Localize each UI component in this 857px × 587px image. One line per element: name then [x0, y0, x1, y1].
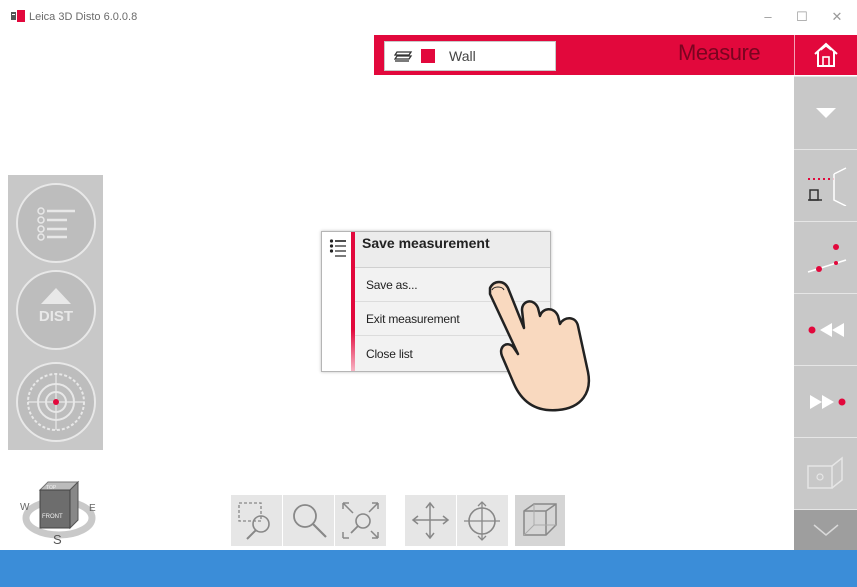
height-tool-button[interactable]: [794, 149, 857, 221]
rewind-icon: [808, 323, 844, 337]
layers-icon: [394, 51, 413, 62]
orbit-button[interactable]: [457, 495, 508, 546]
list-icon: [37, 207, 75, 241]
compass-east: E: [89, 503, 96, 514]
compass-south: S: [53, 532, 62, 547]
cube-icon: [523, 503, 557, 536]
layer-color-swatch: [421, 49, 435, 63]
screen-target-button[interactable]: [794, 437, 857, 509]
dist-button[interactable]: DIST: [16, 270, 96, 350]
layer-name: Wall: [449, 48, 476, 64]
pointing-hand-icon: [488, 280, 591, 412]
popup-title: Save measurement: [362, 235, 490, 251]
status-bar: [0, 550, 857, 587]
orbit-icon: [464, 501, 500, 541]
line-points-icon: [807, 244, 847, 273]
home-icon: [814, 42, 838, 67]
zoom-window-button[interactable]: [231, 495, 282, 546]
chevron-down-icon: [816, 108, 836, 118]
dist-label: DIST: [38, 308, 74, 325]
cube-front-label: FRONT: [42, 514, 63, 520]
scroll-down-button[interactable]: [794, 509, 857, 550]
dropdown-button[interactable]: [794, 76, 857, 149]
home-button[interactable]: [794, 35, 857, 75]
chevron-down-icon: [813, 524, 839, 536]
list-button[interactable]: [16, 183, 96, 263]
magnifier-icon: [293, 504, 327, 538]
list-icon: [329, 239, 346, 257]
exit-measurement-label: Exit measurement: [366, 312, 460, 326]
height-tracking-icon: [808, 167, 847, 206]
triangle-up-icon: [41, 288, 71, 304]
app-logo-icon: [11, 10, 25, 22]
window-title: Leica 3D Disto 6.0.0.8: [29, 11, 138, 23]
save-as-label: Save as...: [366, 278, 418, 292]
3d-view-button[interactable]: [515, 495, 565, 546]
fast-forward-icon: [810, 395, 846, 409]
next-point-button[interactable]: [794, 365, 857, 437]
zoom-extents-icon: [342, 502, 379, 539]
zoom-button[interactable]: [283, 495, 334, 546]
close-button[interactable]: ✕: [823, 6, 851, 28]
compass-west: W: [20, 502, 30, 513]
point-line-button[interactable]: [794, 221, 857, 293]
target-icon: [27, 373, 85, 431]
target-button[interactable]: [16, 362, 96, 442]
window-target-icon: [807, 456, 843, 489]
move-arrows-icon: [411, 501, 450, 540]
maximize-button[interactable]: ☐: [788, 6, 816, 28]
pan-button[interactable]: [405, 495, 456, 546]
zoom-extents-button[interactable]: [335, 495, 386, 546]
previous-point-button[interactable]: [794, 293, 857, 365]
minimize-button[interactable]: –: [754, 6, 782, 28]
zoom-window-icon: [238, 502, 270, 540]
close-list-label: Close list: [366, 347, 413, 361]
cube-top-label: TOP: [46, 485, 57, 491]
mode-title: Measure: [678, 40, 761, 65]
